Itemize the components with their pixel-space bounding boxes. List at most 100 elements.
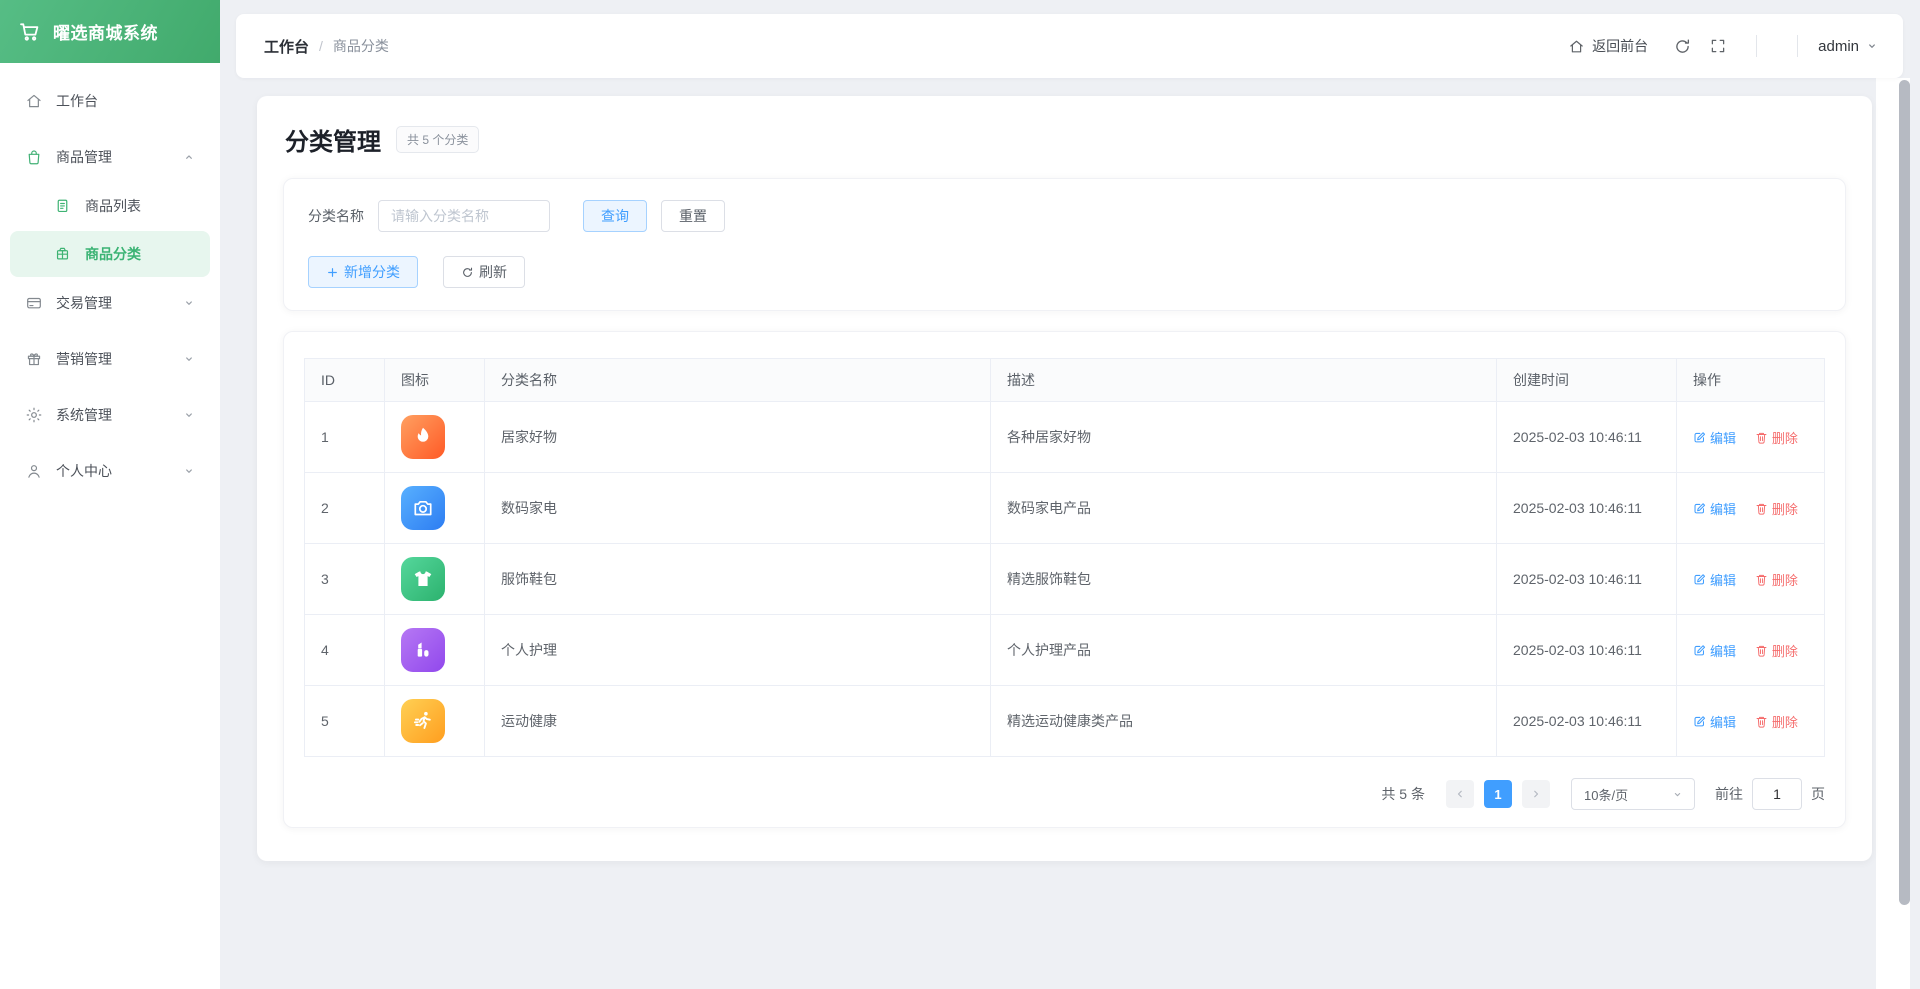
col-ops: 操作 (1676, 358, 1825, 402)
table-row: 2 数码家电 数码家电产品 2025-02-03 10:46:11 编辑 删除 (304, 472, 1825, 544)
page-size-select[interactable]: 10条/页 (1571, 778, 1695, 810)
edit-button[interactable]: 编辑 (1693, 428, 1736, 447)
sidebar-item-product-category[interactable]: 商品分类 (10, 231, 210, 277)
sidebar-item-workbench[interactable]: 工作台 (10, 77, 210, 125)
edit-button[interactable]: 编辑 (1693, 712, 1736, 731)
category-desc: 各种居家好物 (990, 401, 1497, 473)
goto-page-input[interactable] (1752, 778, 1802, 810)
chevron-right-icon (1530, 788, 1542, 800)
refresh-list-button[interactable]: 刷新 (443, 256, 525, 288)
trash-icon (1755, 573, 1768, 586)
title-row: 分类管理 共 5 个分类 (283, 122, 1846, 157)
edit-button[interactable]: 编辑 (1693, 570, 1736, 589)
back-to-front-button[interactable]: 返回前台 (1568, 36, 1648, 56)
page-unit-label: 页 (1811, 786, 1825, 802)
table-row: 1 居家好物 各种居家好物 2025-02-03 10:46:11 编辑 删除 (304, 401, 1825, 473)
delete-button[interactable]: 删除 (1755, 428, 1798, 447)
divider (1756, 35, 1758, 57)
category-desc: 数码家电产品 (990, 472, 1497, 544)
sidebar-item-system-mgmt[interactable]: 系统管理 (10, 391, 210, 439)
table-header-row: ID 图标 分类名称 描述 创建时间 操作 (304, 358, 1825, 402)
sidebar-nav: 工作台 商品管理 商品列表 商品分类 交易管理 营销管理 系统管理 个人中心 (0, 63, 220, 495)
page-size-value: 10条/页 (1584, 787, 1629, 803)
edit-label: 编辑 (1710, 501, 1737, 517)
bag-icon (25, 148, 43, 166)
category-desc: 精选服饰鞋包 (990, 543, 1497, 615)
sidebar-item-trade-mgmt[interactable]: 交易管理 (10, 279, 210, 327)
list-icon (54, 197, 72, 215)
topbar: 工作台 / 商品分类 返回前台 admin (236, 14, 1903, 78)
username: admin (1818, 37, 1859, 55)
category-desc: 个人护理产品 (990, 614, 1497, 686)
col-desc: 描述 (990, 358, 1497, 402)
scrollbar-thumb[interactable] (1899, 80, 1910, 905)
row-id: 2 (304, 472, 385, 544)
app-title: 曜选商城系统 (53, 24, 158, 43)
edit-button[interactable]: 编辑 (1693, 499, 1736, 518)
delete-button[interactable]: 删除 (1755, 641, 1798, 660)
edit-button[interactable]: 编辑 (1693, 641, 1736, 660)
fullscreen-button[interactable] (1700, 28, 1736, 64)
app-logo: 曜选商城系统 (0, 0, 220, 63)
chevron-down-icon (1865, 39, 1879, 53)
breadcrumb-workbench[interactable]: 工作台 (264, 36, 309, 57)
camera-icon (401, 486, 445, 530)
table-panel: ID 图标 分类名称 描述 创建时间 操作 1 居家好物 各种居家好物 2025… (283, 331, 1846, 828)
delete-button[interactable]: 删除 (1755, 499, 1798, 518)
credit-card-icon (25, 294, 43, 312)
topbar-right: 返回前台 admin (1568, 28, 1879, 64)
row-id: 3 (304, 543, 385, 615)
fullscreen-icon (1709, 37, 1727, 55)
sidebar-item-product-mgmt[interactable]: 商品管理 (10, 133, 210, 181)
trash-icon (1755, 502, 1768, 515)
created-time: 2025-02-03 10:46:11 (1496, 685, 1677, 757)
row-id: 4 (304, 614, 385, 686)
runner-icon (401, 699, 445, 743)
trash-icon (1755, 431, 1768, 444)
refresh-button[interactable] (1664, 28, 1700, 64)
home-icon (1568, 38, 1585, 55)
edit-icon (1693, 644, 1706, 657)
table-row: 3 服饰鞋包 精选服饰鞋包 2025-02-03 10:46:11 编辑 删除 (304, 543, 1825, 615)
cosmetics-icon (401, 628, 445, 672)
sidebar-item-marketing-mgmt[interactable]: 营销管理 (10, 335, 210, 383)
col-name: 分类名称 (484, 358, 991, 402)
sidebar-item-profile[interactable]: 个人中心 (10, 447, 210, 495)
search-row: 分类名称 查询 重置 (308, 200, 1821, 232)
delete-button[interactable]: 删除 (1755, 570, 1798, 589)
col-id: ID (304, 358, 385, 402)
chevron-down-icon (1671, 788, 1684, 801)
edit-label: 编辑 (1710, 572, 1737, 588)
add-category-button[interactable]: 新增分类 (308, 256, 418, 288)
plus-icon (326, 266, 339, 279)
breadcrumb: 工作台 / 商品分类 (264, 36, 389, 57)
sidebar-item-product-list[interactable]: 商品列表 (10, 183, 210, 229)
edit-label: 编辑 (1710, 643, 1737, 659)
tshirt-icon (401, 557, 445, 601)
row-id: 1 (304, 401, 385, 473)
category-name: 个人护理 (484, 614, 991, 686)
created-time: 2025-02-03 10:46:11 (1496, 472, 1677, 544)
query-button[interactable]: 查询 (583, 200, 647, 232)
category-box-icon (54, 245, 72, 263)
goto-label: 前往 (1715, 786, 1743, 802)
edit-label: 编辑 (1710, 430, 1737, 446)
created-time: 2025-02-03 10:46:11 (1496, 401, 1677, 473)
chevron-down-icon (182, 464, 196, 478)
table-row: 4 个人护理 个人护理产品 2025-02-03 10:46:11 编辑 删除 (304, 614, 1825, 686)
next-page-button[interactable] (1522, 780, 1550, 808)
delete-label: 删除 (1771, 572, 1798, 588)
search-label: 分类名称 (308, 208, 364, 224)
breadcrumb-current: 商品分类 (332, 38, 389, 54)
category-name: 运动健康 (484, 685, 991, 757)
edit-icon (1693, 502, 1706, 515)
reset-button[interactable]: 重置 (661, 200, 725, 232)
page-1-button[interactable]: 1 (1484, 780, 1512, 808)
category-name-input[interactable] (378, 200, 550, 232)
delete-button[interactable]: 删除 (1755, 712, 1798, 731)
user-icon (25, 462, 43, 480)
chevron-down-icon (182, 408, 196, 422)
user-menu[interactable]: admin (1818, 38, 1879, 55)
prev-page-button[interactable] (1446, 780, 1474, 808)
category-count-badge: 共 5 个分类 (396, 126, 480, 153)
